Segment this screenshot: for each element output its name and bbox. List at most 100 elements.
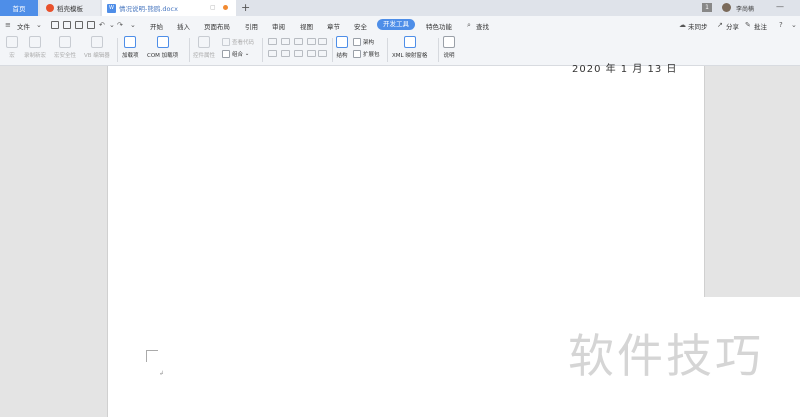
tab-document[interactable]: W 情况说明-熊鸥.docx ▢ [102,0,236,16]
pin-icon[interactable]: ▢ [210,4,216,11]
comment-button[interactable]: 批注 [754,21,767,31]
docer-logo-icon [46,4,54,12]
group-dropdown-icon: ⌄ [243,51,250,57]
record-macro-label: 录制新宏 [24,53,47,59]
window-count-badge[interactable]: 1 [702,3,712,12]
schema-label: 架构 [363,40,375,46]
tab-home[interactable]: 首页 [0,0,38,16]
menu-item-security[interactable]: 安全 [354,21,367,31]
new-tab-button[interactable]: + [241,1,250,14]
watermark-text: 软件技巧 [568,329,764,383]
more-icon[interactable]: ⌄ [791,21,797,29]
menu-item-special-features[interactable]: 特色功能 [426,21,452,31]
menu-item-home[interactable]: 开始 [150,21,163,31]
help-button[interactable]: 说明 [443,36,455,59]
username[interactable]: 李尚楠 [736,4,754,13]
customize-dropdown-icon[interactable]: ⌄ [130,21,136,29]
toolbar-divider [387,38,388,62]
repeat-control-icon[interactable] [307,50,316,57]
macro-security-label: 宏安全性 [54,53,77,59]
tab-template[interactable]: 稻壳模板 [40,0,100,16]
menu-item-insert[interactable]: 插入 [177,21,190,31]
legacy-tools-icon[interactable] [318,50,327,57]
expansion-pack-button[interactable]: 扩展包 [353,50,380,58]
com-addins-label: COM 加载项 [147,53,179,59]
document-help-icon [443,36,455,48]
vb-editor-icon [90,36,103,48]
print-preview-icon[interactable] [87,21,95,29]
menu-item-view[interactable]: 视图 [300,21,313,31]
margin-corner-mark [146,350,158,362]
macro-button[interactable]: 宏 [6,36,18,59]
building-block-control-icon[interactable] [318,38,327,45]
tab-template-label: 稻壳模板 [57,5,83,13]
redo-icon[interactable]: ↷ [117,21,123,29]
search-button[interactable]: 查找 [476,21,489,31]
menu-item-developer[interactable]: 开发工具 [377,19,415,30]
date-picker-control-icon[interactable] [294,50,303,57]
structure-icon [336,36,348,48]
schema-button[interactable]: 架构 [353,38,374,46]
rich-text-control-icon[interactable] [268,38,277,45]
minimize-button[interactable]: — [776,2,784,11]
toolbar-divider [189,38,190,62]
avatar[interactable] [722,3,731,12]
addins-label: 加载项 [122,53,139,59]
tab-home-label: 首页 [12,5,26,13]
undo-dropdown-icon[interactable]: ⌄ [109,21,115,29]
share-button[interactable]: 分享 [726,21,739,31]
macro-security-button[interactable]: 宏安全性 [54,36,76,59]
view-code-button[interactable]: 查看代码 [222,38,254,46]
developer-toolbar: 宏 录制新宏 宏安全性 VB 编辑器 加载项 COM 加载项 控件属性 查看代码… [0,34,800,66]
menu-item-review[interactable]: 审阅 [272,21,285,31]
plain-text-control-icon[interactable] [281,38,290,45]
macro-icon [6,36,18,48]
addins-button[interactable]: 加载项 [122,36,139,59]
record-macro-button[interactable]: 录制新宏 [24,36,46,59]
macro-security-icon [59,36,71,48]
structure-label: 结构 [336,53,348,59]
print-icon[interactable] [75,21,83,29]
menu-item-chapter[interactable]: 章节 [327,21,340,31]
menu-item-references[interactable]: 引用 [245,21,258,31]
group-button[interactable]: 组合 ⌄ [222,50,249,58]
document-date-text: 2020 年 1 月 13 日 [572,64,678,75]
gears-icon [124,36,137,48]
chevron-down-icon[interactable]: ⌄ [36,21,42,29]
save-icon[interactable] [51,21,59,29]
xml-mapping-button[interactable]: XML 映射窗格 [392,36,427,59]
vb-editor-button[interactable]: VB 编辑器 [84,36,110,59]
xml-mapping-label: XML 映射窗格 [392,53,428,59]
xml-mapping-icon [403,36,416,48]
help-icon[interactable]: ? [779,21,783,29]
menu-icon[interactable]: ≡ [5,21,11,29]
control-properties-button[interactable]: 控件属性 [193,36,215,59]
macro-label: 宏 [9,53,15,59]
paragraph-mark: ↲ [159,370,165,377]
file-menu[interactable]: 文件 [17,21,30,31]
expansion-pack-label: 扩展包 [363,52,380,58]
expansion-pack-icon [353,50,361,58]
unsaved-dot-icon[interactable] [223,5,228,10]
toolbar-divider [262,38,263,62]
cloud-icon[interactable]: ☁ [679,21,686,29]
com-addins-icon [156,36,169,48]
sync-button[interactable]: 未同步 [688,21,708,31]
title-bar: 首页 稻壳模板 W 情况说明-熊鸥.docx ▢ + 1 李尚楠 — [0,0,800,16]
undo-icon[interactable]: ↶ [99,21,105,29]
group-icon [222,50,230,58]
menu-item-page-layout[interactable]: 页面布局 [204,21,230,31]
group-label: 组合 [232,52,244,58]
share-icon[interactable]: ↗ [717,21,723,29]
dropdown-control-icon[interactable] [281,50,290,57]
search-icon[interactable]: ⌕ [467,21,471,30]
com-addins-button[interactable]: COM 加载项 [147,36,178,59]
record-macro-icon [29,36,41,48]
comment-icon[interactable]: ✎ [745,21,751,29]
checkbox-control-icon[interactable] [268,50,277,57]
picture-control-icon[interactable] [294,38,303,45]
toolbar-divider [332,38,333,62]
combo-box-control-icon[interactable] [307,38,316,45]
structure-button[interactable]: 结构 [336,36,348,59]
format-painter-icon[interactable] [63,21,71,29]
